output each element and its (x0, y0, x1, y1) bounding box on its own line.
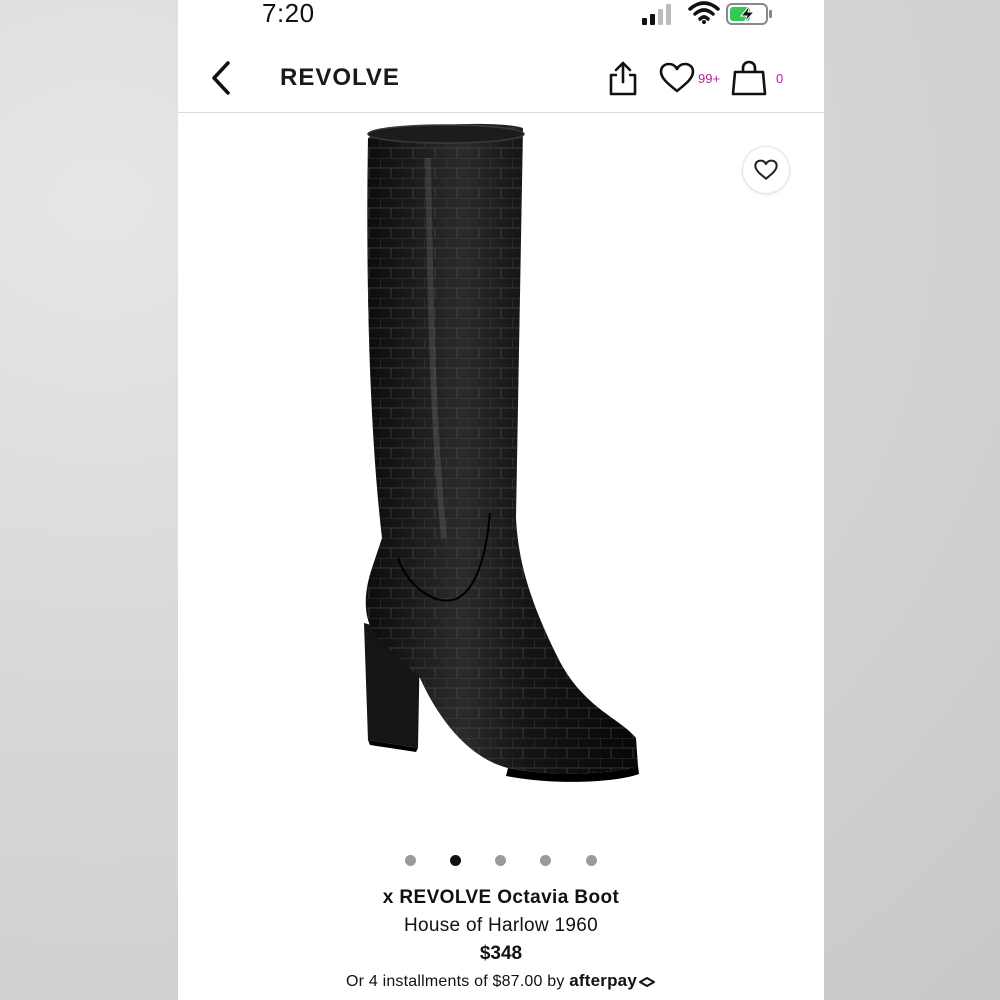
afterpay-arrows-icon (638, 976, 655, 987)
top-nav-bar: REVOLVE 99+ 0 (178, 48, 824, 113)
chevron-left-icon[interactable] (208, 60, 236, 96)
product-info: x REVOLVE Octavia Boot House of Harlow 1… (178, 884, 824, 994)
phone-screen: 7:20 REVOLVE 99+ 0 x REVOLVE Octavia Boo… (178, 0, 824, 1000)
carousel-dot[interactable] (405, 855, 416, 866)
afterpay-logo: afterpay (569, 971, 637, 990)
installments-prefix: Or 4 installments of $87.00 by (346, 973, 565, 990)
wifi-icon (688, 1, 720, 24)
status-time: 7:20 (262, 0, 315, 28)
share-icon[interactable] (608, 60, 638, 98)
product-price: $348 (479, 943, 523, 964)
installments-text[interactable]: Or 4 installments of $87.00 by afterpay (178, 968, 824, 994)
carousel-dot[interactable] (540, 855, 551, 866)
image-carousel-dots (178, 855, 824, 869)
product-name: x REVOLVE Octavia Boot (382, 887, 620, 908)
status-bar: 7:20 (178, 0, 824, 34)
shopping-bag-icon[interactable] (731, 60, 767, 96)
carousel-dot[interactable] (495, 855, 506, 866)
bag-count-badge: 0 (776, 71, 784, 86)
wishlist-count-badge: 99+ (698, 71, 721, 86)
carousel-dot[interactable] (586, 855, 597, 866)
favorite-button[interactable] (742, 146, 790, 194)
heart-icon (754, 159, 778, 180)
carousel-dot-active[interactable] (450, 855, 461, 866)
wishlist-heart-icon[interactable] (659, 62, 695, 94)
battery-charging-icon (726, 3, 772, 25)
brand-logo[interactable]: REVOLVE (280, 64, 400, 92)
product-image-area[interactable] (178, 113, 824, 833)
product-photo-boot (364, 123, 639, 782)
cellular-signal-icon (642, 4, 671, 25)
product-brand[interactable]: House of Harlow 1960 (178, 912, 824, 940)
